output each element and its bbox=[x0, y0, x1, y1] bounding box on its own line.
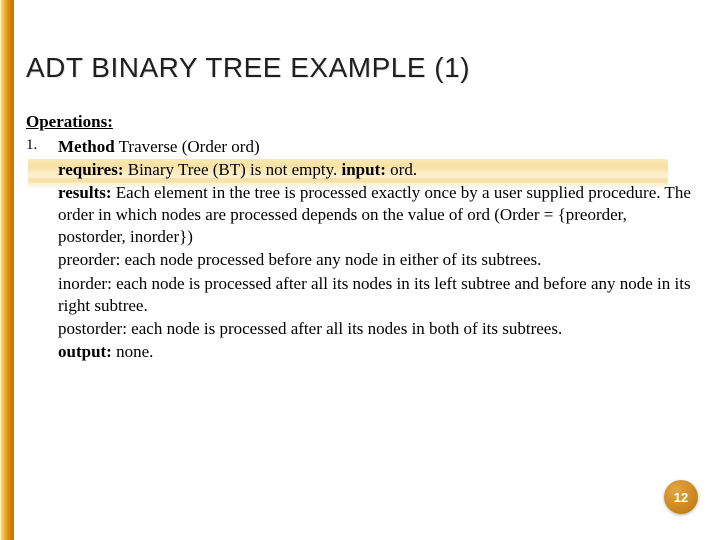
requires-label: requires: bbox=[58, 160, 123, 179]
input-text: ord. bbox=[386, 160, 417, 179]
results-label: results: bbox=[58, 183, 112, 202]
section-heading: Operations: bbox=[26, 112, 113, 132]
method-label: Method bbox=[58, 137, 115, 156]
body-content: Operations: 1. Method Traverse (Order or… bbox=[26, 112, 694, 364]
operations-list: 1. Method Traverse (Order ord) requires:… bbox=[26, 136, 694, 364]
output-label: output: bbox=[58, 342, 112, 361]
inorder-text: inorder: each node is processed after al… bbox=[58, 273, 694, 317]
list-item: 1. Method Traverse (Order ord) requires:… bbox=[26, 136, 694, 364]
page-number: 12 bbox=[674, 490, 688, 505]
item-number: 1. bbox=[26, 136, 58, 154]
requires-text: Binary Tree (BT) is not empty. bbox=[123, 160, 341, 179]
output-text: none. bbox=[112, 342, 154, 361]
postorder-text: postorder: each node is processed after … bbox=[58, 318, 694, 340]
slide-content: ADT BINARY TREE EXAMPLE (1) Operations: … bbox=[0, 0, 720, 540]
preorder-text: preorder: each node processed before any… bbox=[58, 249, 694, 271]
method-signature: Traverse (Order ord) bbox=[115, 137, 260, 156]
page-number-badge: 12 bbox=[664, 480, 698, 514]
page-title: ADT BINARY TREE EXAMPLE (1) bbox=[26, 52, 694, 84]
results-text: Each element in the tree is processed ex… bbox=[58, 183, 691, 246]
item-body: Method Traverse (Order ord) requires: Bi… bbox=[58, 136, 694, 364]
input-label: input: bbox=[341, 160, 385, 179]
